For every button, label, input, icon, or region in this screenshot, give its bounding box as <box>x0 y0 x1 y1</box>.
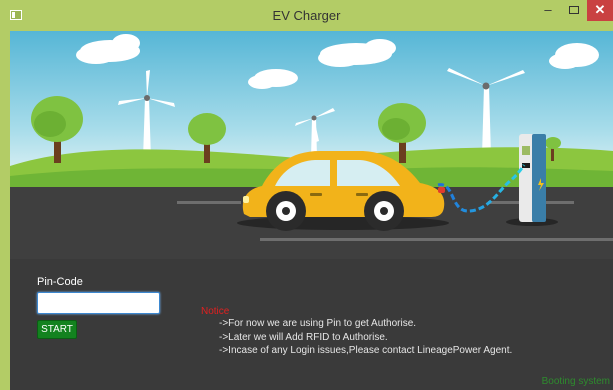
close-button[interactable]: ✕ <box>587 0 613 21</box>
title-bar[interactable]: EV Charger – ✕ <box>0 0 613 30</box>
notice-line: ->Incase of any Login issues,Please cont… <box>219 345 513 356</box>
notice-line: ->Later we will Add RFID to Authorise. <box>219 332 388 343</box>
pin-code-label: Pin-Code <box>37 276 83 288</box>
road-line <box>260 238 613 241</box>
maximize-icon <box>569 6 579 14</box>
login-panel: Pin-Code START Notice ->For now we are u… <box>10 259 613 390</box>
ev-charging-illustration <box>10 31 613 259</box>
road-line <box>177 201 241 204</box>
window-title: EV Charger <box>272 8 341 23</box>
pin-code-input[interactable] <box>37 292 160 314</box>
status-text: Booting system <box>541 376 610 387</box>
client-area: Pin-Code START Notice ->For now we are u… <box>10 31 613 390</box>
notice-line: ->For now we are using Pin to get Author… <box>219 318 417 329</box>
app-window: EV Charger – ✕ Pin-Code START Notice ->F… <box>0 0 613 390</box>
maximize-button[interactable] <box>561 0 587 21</box>
notice-title: Notice <box>201 306 230 317</box>
start-button[interactable]: START <box>37 320 77 339</box>
minimize-button[interactable]: – <box>535 0 561 21</box>
